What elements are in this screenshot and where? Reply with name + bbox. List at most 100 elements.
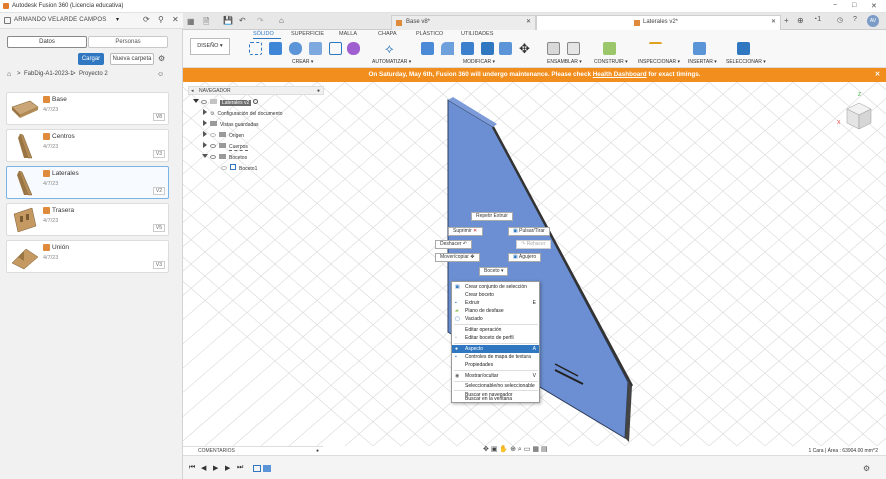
breadcrumb-project[interactable]: Proyecto 2 bbox=[79, 71, 108, 77]
save-icon[interactable]: 💾 bbox=[223, 16, 233, 25]
form-icon[interactable] bbox=[347, 42, 360, 55]
next-step-icon[interactable]: ▶ bbox=[225, 464, 230, 472]
nav-sketches[interactable]: Bocetos bbox=[202, 153, 247, 164]
look-at-icon[interactable]: ▣ bbox=[491, 446, 498, 453]
search-icon[interactable]: ⚲ bbox=[158, 15, 164, 24]
nav-saved-views[interactable]: Vistas guardadas bbox=[203, 120, 259, 131]
menu-item[interactable]: ▢ Vaciado bbox=[452, 315, 539, 323]
hole-button[interactable]: ▣ Agujero bbox=[508, 253, 542, 262]
group-create[interactable]: CREAR ▾ bbox=[292, 59, 313, 65]
group-inspect[interactable]: INSPECCIONAR ▾ bbox=[638, 59, 680, 65]
help-icon[interactable]: ? bbox=[853, 16, 857, 23]
tab-mesh[interactable]: MALLA bbox=[339, 31, 357, 37]
grid-icon[interactable] bbox=[4, 17, 11, 24]
collapse-icon[interactable]: ◂ bbox=[191, 87, 194, 95]
nav-sketch1[interactable]: Boceto1 bbox=[221, 164, 257, 175]
avatar[interactable]: AV bbox=[867, 15, 879, 27]
tab-data[interactable]: Datos bbox=[7, 36, 87, 48]
insert-image-icon[interactable] bbox=[693, 42, 706, 55]
comments-panel[interactable]: COMENTARIOS ● bbox=[183, 446, 323, 455]
menu-item[interactable]: Crear boceto bbox=[452, 291, 539, 299]
play-icon[interactable]: ▶ bbox=[213, 464, 218, 472]
menu-item[interactable]: ▣ Crear conjunto de selección bbox=[452, 283, 539, 291]
file-card[interactable]: Unión 4/7/23 V3 bbox=[6, 240, 169, 273]
group-insert[interactable]: INSERTAR ▾ bbox=[688, 59, 717, 65]
settings-icon[interactable]: ⚙ bbox=[158, 54, 165, 63]
menu-item[interactable]: Seleccionable/no seleccionable bbox=[452, 382, 539, 390]
tab-utilities[interactable]: UTILIDADES bbox=[461, 31, 493, 37]
nav-origin[interactable]: Origen bbox=[203, 131, 244, 142]
tab-surface[interactable]: SUPERFICIE bbox=[291, 31, 324, 37]
version-badge[interactable]: V5 bbox=[152, 224, 165, 232]
extensions-icon[interactable]: ⊕ bbox=[797, 16, 804, 25]
menu-item[interactable]: ▪ Extruir E bbox=[452, 299, 539, 307]
add-people-icon[interactable]: ☺ bbox=[157, 71, 164, 78]
breadcrumb-hub[interactable]: FabDig-A1-2023-1 bbox=[24, 71, 73, 77]
menu-item-highlighted[interactable]: ● Aspecto A bbox=[452, 345, 539, 353]
file-card[interactable]: Base 4/7/23 V8 bbox=[6, 92, 169, 125]
move-copy-button[interactable]: Mover/copiar ✥ bbox=[435, 253, 480, 262]
group-automate[interactable]: AUTOMATIZAR ▾ bbox=[372, 59, 411, 65]
plane-icon[interactable] bbox=[603, 42, 616, 55]
home-icon[interactable]: ⌂ bbox=[7, 71, 11, 78]
minimize-icon[interactable]: − bbox=[833, 2, 837, 9]
version-badge[interactable]: V3 bbox=[152, 150, 165, 158]
menu-item[interactable]: ▫ Editar boceto de perfil bbox=[452, 334, 539, 342]
navigator-header[interactable]: ◂ NAVEGADOR ● bbox=[188, 86, 324, 95]
nav-root[interactable]: Laterales v2 bbox=[193, 98, 258, 109]
close-tab-icon[interactable]: ✕ bbox=[771, 16, 776, 29]
undo-icon[interactable]: ↶ bbox=[239, 16, 246, 25]
tab-solid[interactable]: SÓLIDO bbox=[253, 31, 274, 37]
nav-bodies[interactable]: Cuerpos bbox=[203, 142, 248, 153]
refresh-icon[interactable]: ⟳ bbox=[143, 15, 150, 24]
version-badge[interactable]: V2 bbox=[152, 187, 165, 195]
close-banner-icon[interactable]: ✕ bbox=[875, 68, 880, 82]
repeat-extrude-button[interactable]: Repetir Extruir bbox=[471, 212, 513, 221]
file-card[interactable]: Centros 4/7/23 V3 bbox=[6, 129, 169, 162]
apps-grid-icon[interactable]: ▦ bbox=[187, 17, 195, 26]
file-card-selected[interactable]: Laterales 4/7/23 V2 bbox=[6, 166, 169, 199]
home-tab-icon[interactable]: ⌂ bbox=[279, 16, 284, 25]
redo-button[interactable]: ↷ Rehacer bbox=[516, 240, 551, 249]
maximize-icon[interactable]: □ bbox=[852, 2, 856, 9]
automate-icon[interactable]: ⟡ bbox=[385, 42, 398, 55]
shell-icon[interactable] bbox=[481, 42, 494, 55]
radio-icon[interactable] bbox=[252, 99, 258, 104]
menu-item[interactable]: Propiedades bbox=[452, 361, 539, 369]
tab-sheet-metal[interactable]: CHAPA bbox=[378, 31, 397, 37]
group-select[interactable]: SELECCIONAR ▾ bbox=[726, 59, 766, 65]
extrude-icon[interactable] bbox=[269, 42, 282, 55]
close-icon[interactable]: ✕ bbox=[871, 2, 877, 10]
viewports-icon[interactable]: ▤ bbox=[541, 446, 548, 453]
tab-plastic[interactable]: PLÁSTICO bbox=[416, 31, 443, 37]
menu-item[interactable]: Buscar en la ventana bbox=[452, 395, 539, 403]
delete-button[interactable]: Suprimir ✕ bbox=[448, 227, 483, 236]
group-modify[interactable]: MODIFICAR ▾ bbox=[463, 59, 495, 65]
file-menu-icon[interactable]: 🗎 bbox=[203, 16, 209, 30]
health-dashboard-link[interactable]: Health Dashboard bbox=[593, 71, 647, 78]
grid-settings-icon[interactable]: ▦ bbox=[532, 446, 539, 453]
combine-icon[interactable] bbox=[499, 42, 512, 55]
first-step-icon[interactable]: ⏮ bbox=[189, 464, 195, 472]
display-settings-icon[interactable]: ▭ bbox=[524, 446, 531, 453]
timeline-sketch-icon[interactable] bbox=[253, 465, 261, 472]
zoom-icon[interactable]: ⊕ bbox=[510, 446, 516, 453]
chamfer-icon[interactable] bbox=[461, 42, 474, 55]
orbit-icon[interactable]: ✥ bbox=[483, 446, 489, 453]
tab-laterales[interactable]: Laterales v2* ✕ bbox=[536, 15, 781, 30]
press-pull-button[interactable]: ▣ Pulsar/Tirar bbox=[508, 227, 550, 236]
menu-item[interactable]: ▰ Plano de desfase bbox=[452, 307, 539, 315]
group-assemble[interactable]: ENSAMBLAR ▾ bbox=[547, 59, 582, 65]
menu-item[interactable]: ▪ Controles de mapa de textura bbox=[452, 353, 539, 361]
menu-item[interactable]: Editar operación bbox=[452, 326, 539, 334]
upload-button[interactable]: Cargar bbox=[78, 53, 104, 65]
nav-document-settings[interactable]: ⚙ Configuración del documento bbox=[203, 109, 283, 120]
chevron-down-icon[interactable]: ▾ bbox=[116, 16, 119, 23]
select-icon[interactable] bbox=[737, 42, 750, 55]
undo-button[interactable]: Deshacer ↶ bbox=[435, 240, 472, 249]
version-badge[interactable]: V3 bbox=[152, 261, 165, 269]
view-cube[interactable] bbox=[841, 99, 875, 133]
workspace-dropdown[interactable]: DISEÑO ▾ bbox=[190, 38, 230, 55]
job-status-icon[interactable]: ◔1 bbox=[813, 16, 821, 23]
file-card[interactable]: Trasera 4/7/23 V5 bbox=[6, 203, 169, 236]
